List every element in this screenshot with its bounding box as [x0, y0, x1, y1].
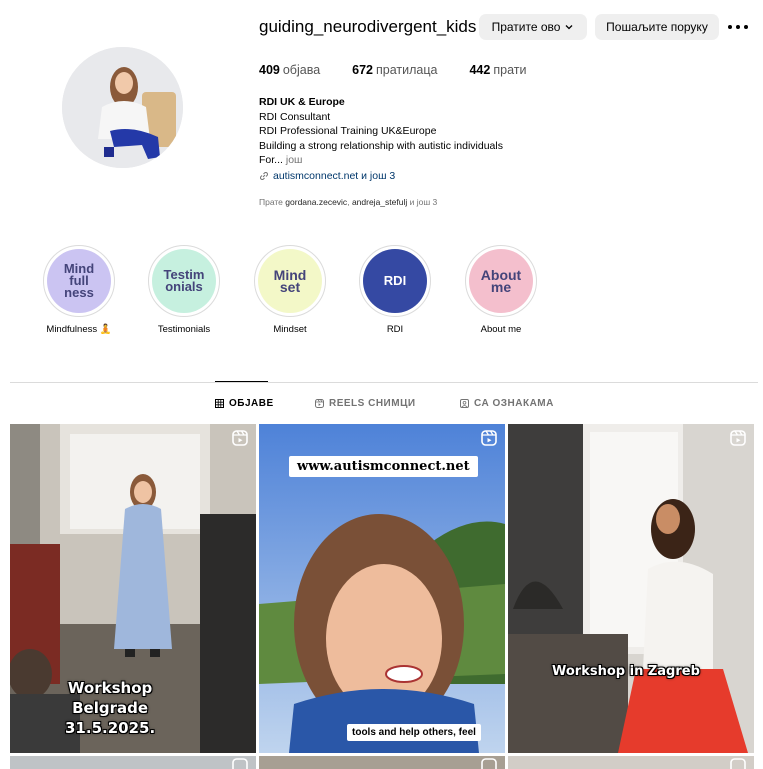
active-tab-indicator — [215, 381, 268, 382]
reels-icon — [730, 430, 746, 446]
bio-line: For... још — [259, 154, 303, 166]
highlight-testimonials[interactable]: Testim onials Testimonials — [139, 245, 229, 335]
highlight-label: Testimonials — [157, 324, 211, 335]
post-tile[interactable] — [508, 756, 754, 769]
post-tile[interactable]: www.autismconnect.net tools and help oth… — [259, 424, 505, 753]
post-tile[interactable]: Workshop in Zagreb — [508, 424, 754, 753]
reels-icon — [481, 430, 497, 446]
stat-following[interactable]: 442 прати — [469, 63, 526, 77]
bio-more-link[interactable]: још — [286, 154, 303, 166]
stat-posts: 409 објава — [259, 63, 321, 77]
tab-tagged[interactable]: СА ОЗНАКАМА — [460, 398, 554, 409]
highlight-label: Mindset — [273, 324, 307, 335]
bio-link[interactable]: autismconnect.net и још 3 — [259, 169, 619, 184]
post-tile[interactable] — [259, 756, 505, 769]
highlight-mindfulness[interactable]: Mind full ness Mindfulness 🧘 — [34, 245, 124, 335]
tab-reels[interactable]: REELS СНИМЦИ — [315, 398, 416, 409]
following-button[interactable]: Пратите ово — [479, 14, 587, 40]
bio-link-text: autismconnect.net и још 3 — [273, 169, 396, 182]
stat-followers[interactable]: 672 пратилаца — [352, 63, 437, 77]
highlight-about-me[interactable]: About me About me — [456, 245, 546, 335]
highlight-label: About me — [480, 324, 522, 335]
profile-avatar[interactable] — [62, 47, 183, 168]
link-icon — [260, 171, 268, 180]
post-url-banner: www.autismconnect.net — [289, 456, 478, 477]
post-subtitle: tools and help others, feel — [347, 724, 481, 741]
post-tile[interactable]: Workshop Belgrade 31.5.2025. — [10, 424, 256, 753]
profile-bio: RDI UK & Europe RDI Consultant RDI Profe… — [259, 95, 619, 183]
followed-by[interactable]: Прате gordana.zecevic, andreja_stefulj и… — [259, 197, 437, 207]
profile-stats: 409 објава 672 пратилаца 442 прати — [259, 63, 558, 77]
more-options-icon[interactable] — [728, 18, 748, 36]
highlight-label: Mindfulness 🧘 — [46, 324, 112, 335]
bio-line: RDI Professional Training UK&Europe — [259, 125, 437, 137]
tab-posts[interactable]: ОБЈАВЕ — [215, 398, 274, 409]
reels-icon — [315, 399, 324, 408]
bio-name: RDI UK & Europe — [259, 96, 345, 108]
following-button-label: Пратите ово — [491, 20, 561, 34]
chevron-down-icon — [565, 25, 573, 30]
reels-icon — [232, 430, 248, 446]
message-button[interactable]: Пошаљите поруку — [595, 14, 719, 40]
post-tile[interactable] — [10, 756, 256, 769]
tagged-icon — [460, 399, 469, 408]
reels-icon — [481, 758, 497, 769]
tab-divider — [10, 382, 758, 383]
highlight-mindset[interactable]: Mind set Mindset — [245, 245, 335, 335]
reels-icon — [730, 758, 746, 769]
highlight-label: RDI — [386, 324, 404, 335]
post-caption: Workshop in Zagreb — [552, 664, 700, 679]
message-button-label: Пошаљите поруку — [606, 20, 708, 34]
bio-line: RDI Consultant — [259, 110, 331, 123]
reels-icon — [232, 758, 248, 769]
profile-username: guiding_neurodivergent_kids — [259, 17, 477, 36]
highlight-rdi[interactable]: RDI RDI — [350, 245, 440, 335]
grid-icon — [215, 399, 224, 408]
post-caption: Workshop Belgrade 31.5.2025. — [65, 679, 156, 737]
bio-line: Building a strong relationship with auti… — [259, 139, 503, 152]
